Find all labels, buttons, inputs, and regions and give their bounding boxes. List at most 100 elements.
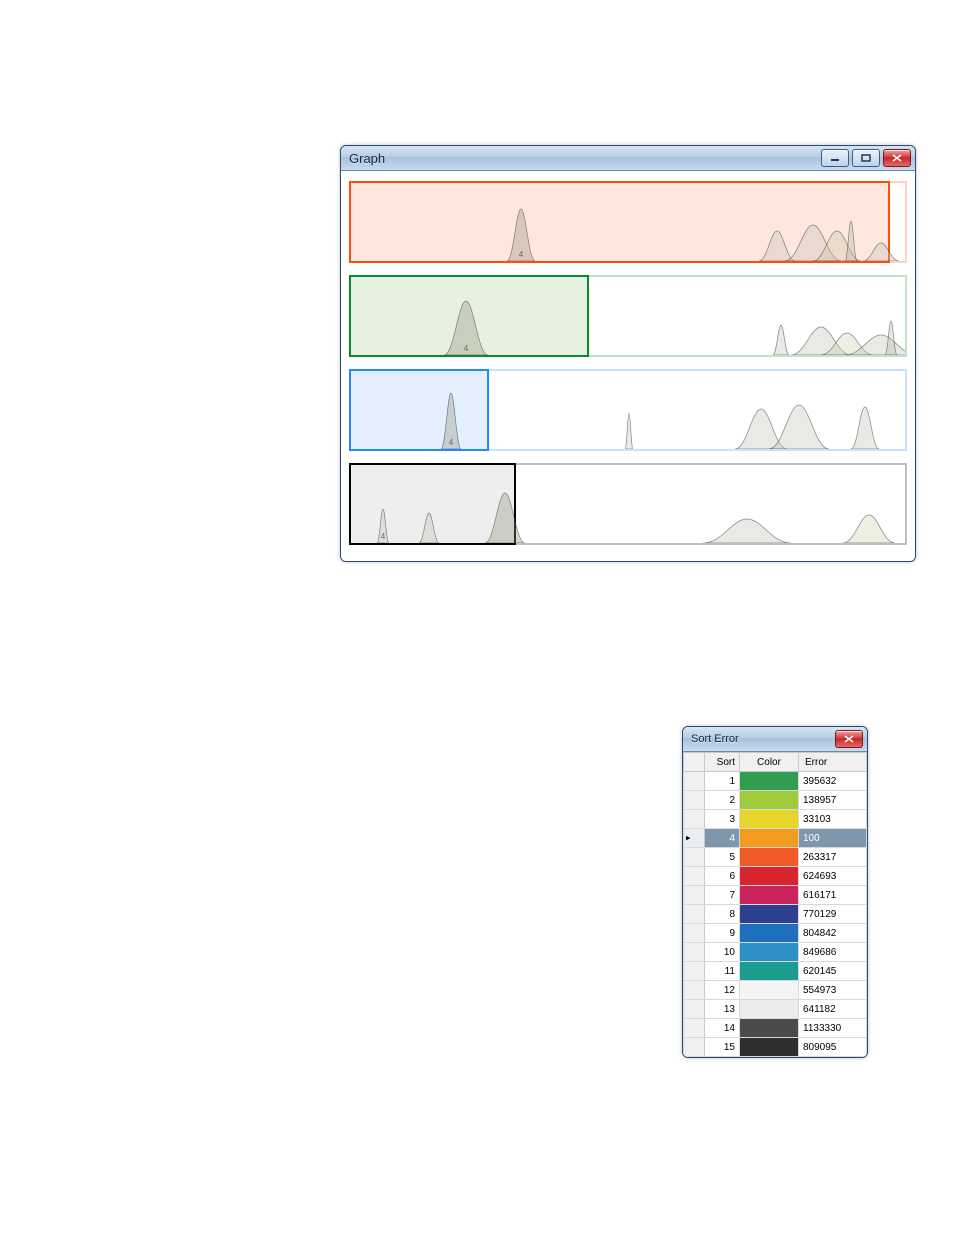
close-icon [892, 154, 902, 162]
cell-color[interactable] [740, 981, 799, 1000]
cell-color[interactable] [740, 905, 799, 924]
col-error[interactable]: Error [799, 753, 867, 772]
cell-error[interactable]: 624693 [799, 867, 867, 886]
color-swatch [740, 962, 798, 980]
sort-error-window: Sort Error Sort Color Error 139563221389… [682, 726, 868, 1058]
row-header[interactable] [684, 848, 705, 867]
close-button[interactable] [883, 149, 911, 167]
row-header[interactable] [684, 1000, 705, 1019]
row-header[interactable] [684, 1019, 705, 1038]
cell-sort[interactable]: 4 [705, 829, 740, 848]
window-controls [821, 149, 911, 167]
cell-color[interactable] [740, 829, 799, 848]
cell-sort[interactable]: 1 [705, 772, 740, 791]
row-header[interactable] [684, 1038, 705, 1057]
cell-error[interactable]: 641182 [799, 1000, 867, 1019]
table-row[interactable]: 3 33103 [684, 810, 867, 829]
table-row[interactable]: 9 804842 [684, 924, 867, 943]
row-header[interactable] [684, 962, 705, 981]
table-row[interactable]: 7 616171 [684, 886, 867, 905]
cell-color[interactable] [740, 791, 799, 810]
table-row[interactable]: 15 809095 [684, 1038, 867, 1057]
cell-sort[interactable]: 12 [705, 981, 740, 1000]
maximize-button[interactable] [852, 149, 880, 167]
spectrum-track[interactable]: 4 [349, 181, 907, 263]
cell-error[interactable]: 33103 [799, 810, 867, 829]
table-row[interactable]: 6 624693 [684, 867, 867, 886]
row-header[interactable] [684, 943, 705, 962]
cell-error[interactable]: 770129 [799, 905, 867, 924]
sort-titlebar[interactable]: Sort Error [683, 727, 867, 752]
table-row[interactable]: 11 620145 [684, 962, 867, 981]
cell-color[interactable] [740, 924, 799, 943]
cell-sort[interactable]: 13 [705, 1000, 740, 1019]
cell-sort[interactable]: 3 [705, 810, 740, 829]
cell-error[interactable]: 616171 [799, 886, 867, 905]
row-header[interactable] [684, 981, 705, 1000]
cell-error[interactable]: 1133330 [799, 1019, 867, 1038]
table-row[interactable]: 8 770129 [684, 905, 867, 924]
table-row[interactable]: 12 554973 [684, 981, 867, 1000]
maximize-icon [861, 154, 871, 162]
table-row[interactable]: 5 263317 [684, 848, 867, 867]
cell-error[interactable]: 138957 [799, 791, 867, 810]
cell-sort[interactable]: 5 [705, 848, 740, 867]
table-row[interactable]: 10 849686 [684, 943, 867, 962]
cell-error[interactable]: 620145 [799, 962, 867, 981]
close-button[interactable] [835, 730, 863, 748]
row-header[interactable] [684, 886, 705, 905]
cell-error[interactable]: 100 [799, 829, 867, 848]
color-swatch [740, 848, 798, 866]
cell-color[interactable] [740, 1000, 799, 1019]
row-header[interactable]: ▸ [684, 829, 705, 848]
color-swatch [740, 886, 798, 904]
cell-error[interactable]: 804842 [799, 924, 867, 943]
cell-color[interactable] [740, 886, 799, 905]
col-sort[interactable]: Sort [705, 753, 740, 772]
cell-sort[interactable]: 9 [705, 924, 740, 943]
cell-sort[interactable]: 8 [705, 905, 740, 924]
color-swatch [740, 810, 798, 828]
color-swatch [740, 905, 798, 923]
col-color[interactable]: Color [740, 753, 799, 772]
minimize-button[interactable] [821, 149, 849, 167]
row-header[interactable] [684, 810, 705, 829]
table-row[interactable]: 14 1133330 [684, 1019, 867, 1038]
cell-sort[interactable]: 10 [705, 943, 740, 962]
spectrum-track[interactable]: 4 [349, 369, 907, 451]
row-header[interactable] [684, 772, 705, 791]
spectrum-track[interactable]: 4 [349, 275, 907, 357]
table-row[interactable]: 1 395632 [684, 772, 867, 791]
cell-sort[interactable]: 11 [705, 962, 740, 981]
peak-label: 4 [449, 438, 454, 447]
row-header[interactable] [684, 867, 705, 886]
cell-sort[interactable]: 6 [705, 867, 740, 886]
cell-color[interactable] [740, 848, 799, 867]
cell-sort[interactable]: 14 [705, 1019, 740, 1038]
table-row[interactable]: 13 641182 [684, 1000, 867, 1019]
cell-error[interactable]: 554973 [799, 981, 867, 1000]
cell-color[interactable] [740, 810, 799, 829]
cell-color[interactable] [740, 962, 799, 981]
cell-error[interactable]: 395632 [799, 772, 867, 791]
cell-color[interactable] [740, 943, 799, 962]
table-row[interactable]: 2 138957 [684, 791, 867, 810]
cell-color[interactable] [740, 867, 799, 886]
sort-error-table[interactable]: Sort Color Error 13956322138957333103▸41… [683, 752, 867, 1057]
cell-error[interactable]: 849686 [799, 943, 867, 962]
table-row[interactable]: ▸4 100 [684, 829, 867, 848]
peak-label: 4 [519, 250, 524, 259]
cell-error[interactable]: 263317 [799, 848, 867, 867]
cell-error[interactable]: 809095 [799, 1038, 867, 1057]
spectrum-track[interactable]: 4 [349, 463, 907, 545]
graph-titlebar[interactable]: Graph [341, 146, 915, 171]
cell-sort[interactable]: 15 [705, 1038, 740, 1057]
cell-color[interactable] [740, 1038, 799, 1057]
cell-sort[interactable]: 7 [705, 886, 740, 905]
row-header[interactable] [684, 905, 705, 924]
cell-sort[interactable]: 2 [705, 791, 740, 810]
cell-color[interactable] [740, 1019, 799, 1038]
row-header[interactable] [684, 924, 705, 943]
row-header[interactable] [684, 791, 705, 810]
cell-color[interactable] [740, 772, 799, 791]
